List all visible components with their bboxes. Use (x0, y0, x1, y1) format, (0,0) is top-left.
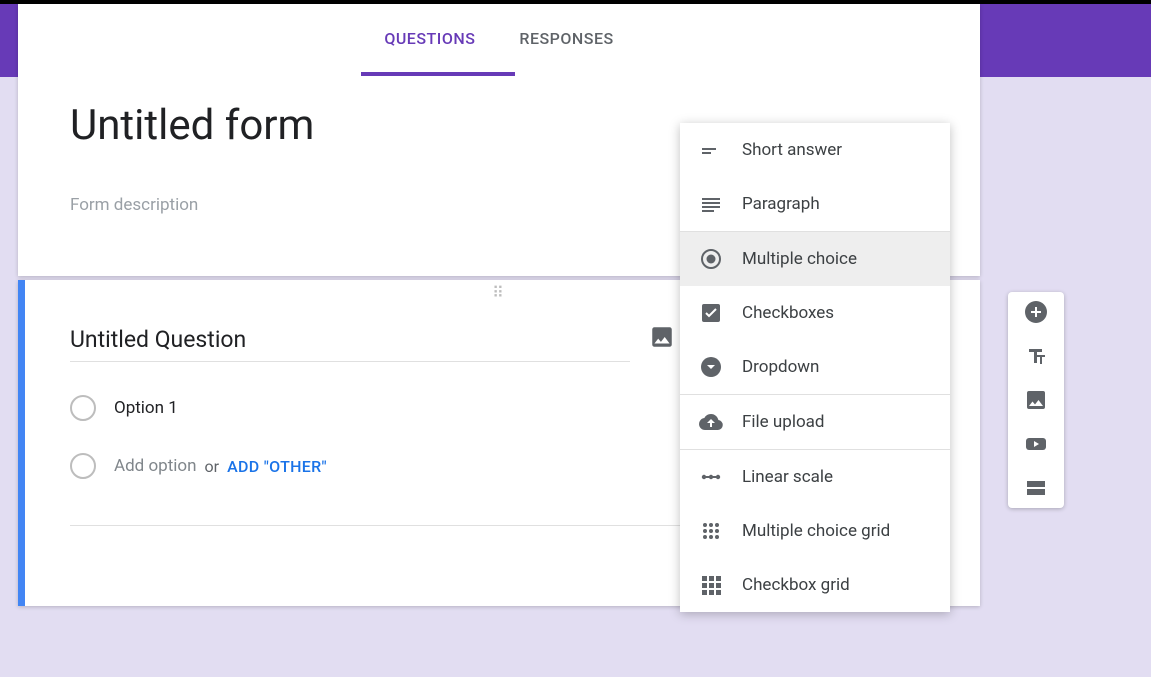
option-text[interactable]: Option 1 (114, 398, 178, 418)
type-option-checkboxes[interactable]: Checkboxes (680, 286, 950, 340)
add-image-to-question-button[interactable] (649, 324, 675, 350)
type-option-checkbox-grid[interactable]: Checkbox grid (680, 558, 950, 612)
type-option-paragraph[interactable]: Paragraph (680, 177, 950, 231)
paragraph-icon (698, 191, 724, 217)
tab-questions[interactable]: QUESTIONS (362, 4, 497, 72)
question-type-dropdown: Short answer Paragraph Multiple choice C… (680, 123, 950, 612)
add-question-button[interactable] (1024, 300, 1048, 324)
radio-icon (70, 395, 96, 421)
tab-responses[interactable]: RESPONSES (497, 4, 635, 72)
type-label: Paragraph (742, 194, 820, 214)
type-option-multiple-choice-grid[interactable]: Multiple choice grid (680, 504, 950, 558)
add-section-button[interactable] (1024, 476, 1048, 500)
square-grid-icon (698, 572, 724, 598)
type-option-dropdown[interactable]: Dropdown (680, 340, 950, 394)
type-option-short-answer[interactable]: Short answer (680, 123, 950, 177)
short-answer-icon (698, 137, 724, 163)
linear-scale-icon (698, 464, 724, 490)
or-label: or (205, 457, 220, 476)
active-card-accent (18, 280, 25, 606)
add-title-button[interactable] (1024, 344, 1048, 368)
type-label: Checkbox grid (742, 575, 850, 595)
type-option-multiple-choice[interactable]: Multiple choice (680, 232, 950, 286)
add-option-button[interactable]: Add option (114, 456, 197, 476)
tab-indicator (361, 72, 515, 76)
dropdown-icon (698, 354, 724, 380)
radio-button-icon (698, 246, 724, 272)
type-label: Multiple choice grid (742, 521, 890, 541)
drag-handle-icon[interactable]: ⠿ (492, 290, 506, 296)
type-label: Multiple choice (742, 249, 857, 269)
tabs: QUESTIONS RESPONSES (18, 4, 980, 73)
radio-icon (70, 453, 96, 479)
type-option-file-upload[interactable]: File upload (680, 395, 950, 449)
type-label: Checkboxes (742, 303, 834, 323)
type-option-linear-scale[interactable]: Linear scale (680, 450, 950, 504)
floating-toolbar (1008, 292, 1064, 508)
dot-grid-icon (698, 518, 724, 544)
type-label: Linear scale (742, 467, 833, 487)
type-label: File upload (742, 412, 824, 432)
type-label: Short answer (742, 140, 842, 160)
add-other-button[interactable]: ADD "OTHER" (227, 457, 327, 476)
cloud-upload-icon (698, 409, 724, 435)
add-image-button[interactable] (1024, 388, 1048, 412)
add-video-button[interactable] (1024, 432, 1048, 456)
type-label: Dropdown (742, 357, 819, 377)
checkbox-icon (698, 300, 724, 326)
question-title-input[interactable]: Untitled Question (70, 326, 630, 362)
